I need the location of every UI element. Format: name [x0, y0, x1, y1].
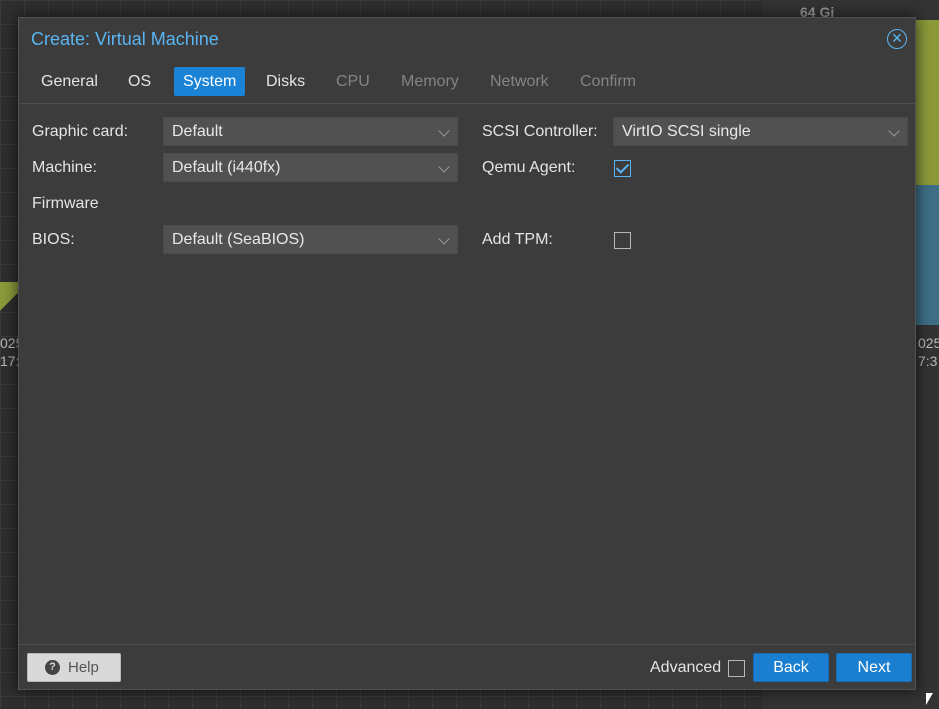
- advanced-label: Advanced: [650, 659, 722, 676]
- graphic-card-value: Default: [172, 123, 223, 140]
- bios-value: Default (SeaBIOS): [172, 231, 305, 248]
- help-icon: ?: [45, 660, 60, 675]
- add-tpm-checkbox[interactable]: [614, 232, 631, 249]
- next-button[interactable]: Next: [836, 653, 912, 682]
- mouse-cursor-icon: [926, 693, 933, 705]
- qemu-agent-checkbox[interactable]: [614, 160, 631, 177]
- machine-select[interactable]: Default (i440fx): [163, 153, 458, 182]
- axis-label-line: 025: [918, 335, 939, 351]
- bios-label: BIOS:: [32, 231, 75, 248]
- chevron-down-icon: [438, 161, 450, 173]
- dialog-footer: ? Help Advanced Back Next: [19, 644, 915, 689]
- chevron-down-icon: [438, 233, 450, 245]
- tab-os[interactable]: OS: [119, 67, 160, 96]
- back-button[interactable]: Back: [753, 653, 829, 682]
- tab-network: Network: [490, 73, 549, 90]
- machine-label: Machine:: [32, 159, 97, 176]
- dialog-title: Create: Virtual Machine: [31, 29, 219, 49]
- graphic-card-select[interactable]: Default: [163, 117, 458, 146]
- tab-cpu: CPU: [336, 73, 370, 90]
- tab-general[interactable]: General: [32, 67, 107, 96]
- qemu-agent-label: Qemu Agent:: [482, 159, 576, 176]
- help-button-label: Help: [68, 659, 99, 676]
- create-vm-dialog: Create: Virtual Machine ✕ General OS Sys…: [18, 17, 916, 690]
- chevron-down-icon: [888, 125, 900, 137]
- tab-system[interactable]: System: [174, 67, 246, 96]
- dialog-header: Create: Virtual Machine ✕: [19, 18, 915, 64]
- axis-label-line: 7:3: [918, 353, 938, 369]
- add-tpm-label: Add TPM:: [482, 231, 553, 248]
- background-axis-label-right: 025 7:3: [918, 334, 939, 370]
- graphic-card-label: Graphic card:: [32, 123, 129, 140]
- machine-value: Default (i440fx): [172, 159, 281, 176]
- advanced-checkbox[interactable]: [728, 660, 745, 677]
- wizard-tabs: General OS System Disks CPU Memory Netwo…: [19, 66, 915, 104]
- tab-disks[interactable]: Disks: [257, 67, 314, 96]
- scsi-controller-label: SCSI Controller:: [482, 123, 598, 140]
- scsi-controller-select[interactable]: VirtIO SCSI single: [613, 117, 908, 146]
- firmware-heading: Firmware: [32, 195, 99, 212]
- bios-select[interactable]: Default (SeaBIOS): [163, 225, 458, 254]
- tab-confirm: Confirm: [580, 73, 637, 90]
- scsi-controller-value: VirtIO SCSI single: [622, 123, 751, 140]
- chevron-down-icon: [438, 125, 450, 137]
- close-icon[interactable]: ✕: [887, 29, 907, 49]
- help-button[interactable]: ? Help: [27, 653, 121, 682]
- background-chart-left: [0, 282, 18, 322]
- tab-memory: Memory: [401, 73, 459, 90]
